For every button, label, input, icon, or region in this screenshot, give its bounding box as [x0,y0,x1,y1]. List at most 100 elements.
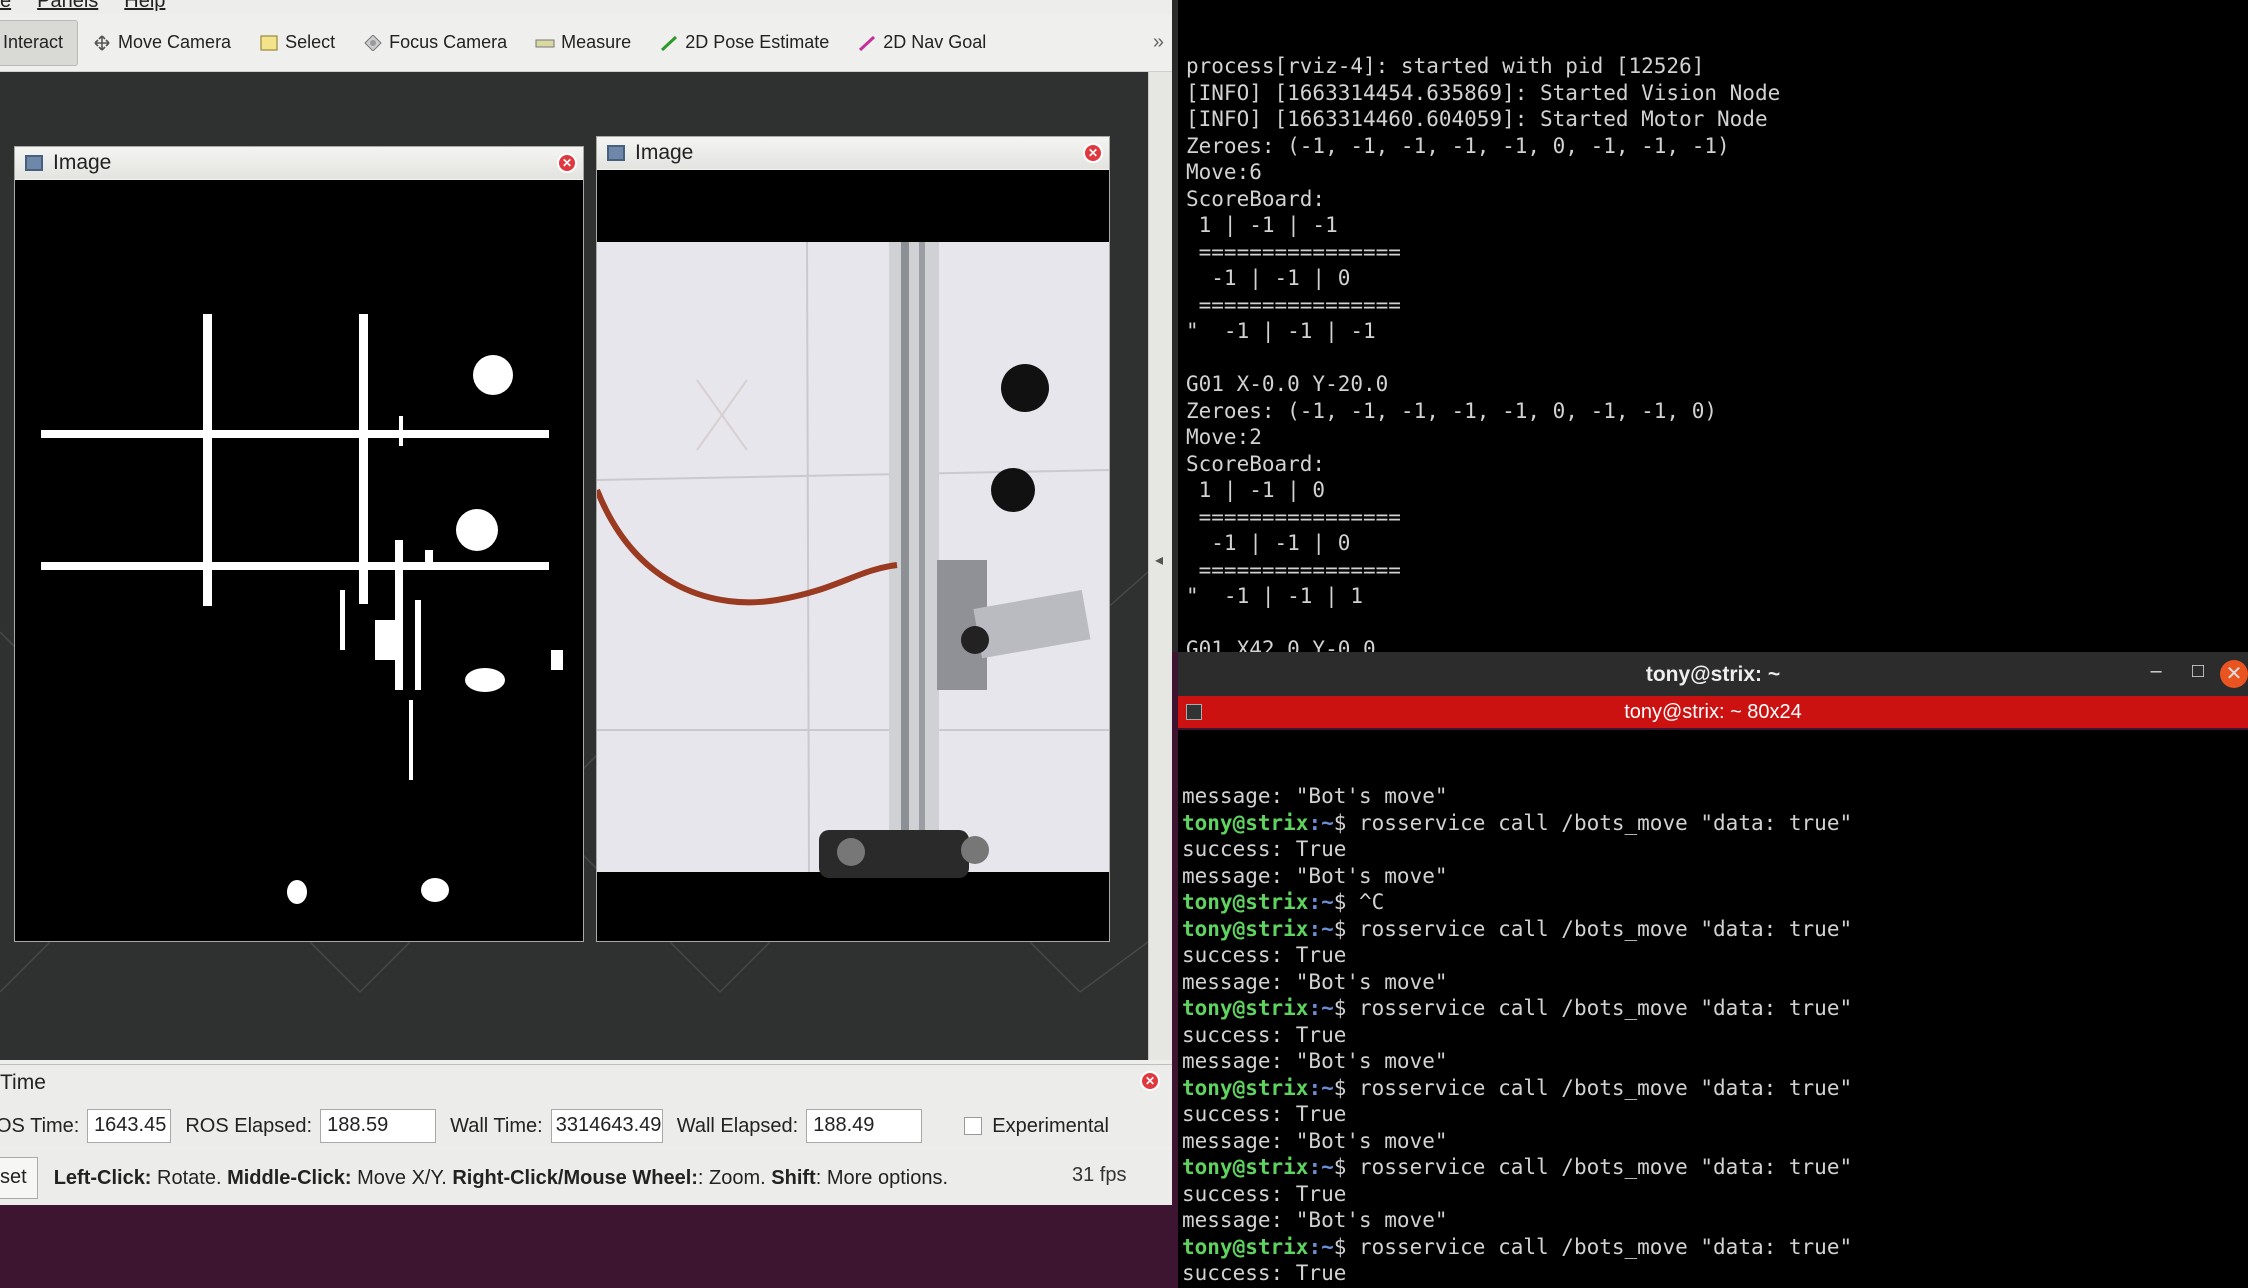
interact-tool-button[interactable]: Interact [0,19,79,66]
panel-splitter[interactable]: ◂ [1148,72,1172,1060]
ros-elapsed-field[interactable]: 188.59 [320,1109,437,1143]
toolbar-overflow-button[interactable]: » [1153,31,1164,54]
prompt-user: tony@strix [1182,996,1309,1020]
image-panel-title: Image [635,141,694,164]
command-text: $ ^C [1333,890,1385,914]
interact-label: Interact [3,32,64,52]
prompt-path: :~ [1308,916,1334,941]
command-text: $ rosservice call /bots_move "data: true… [1333,1234,1853,1259]
command-text: $ rosservice call /bots_move "data: true… [1333,1155,1853,1179]
select-tool-button[interactable]: Select [245,20,349,66]
maximize-icon[interactable]: □ [2184,660,2212,688]
terminal-line: ScoreBoard: [1186,186,1326,211]
terminal2-lines: message: "Bot's move" tony@strix:~$ rosse… [1182,783,2248,1288]
terminal-line: " -1 | -1 | -1 [1186,319,1376,343]
nav-goal-tool-button[interactable]: 2D Nav Goal [843,20,1000,66]
wall-elapsed-field[interactable]: 188.49 [806,1109,923,1143]
prompt-user: tony@strix [1182,1075,1309,1100]
pose-estimate-tool-button[interactable]: 2D Pose Estimate [645,20,843,66]
experimental-checkbox[interactable] [964,1117,983,1135]
terminal-output-line: success: True [1182,1102,1347,1126]
ros-time-field[interactable]: 1643.45 [87,1109,172,1143]
terminal-line: [INFO] [1663314454.635869]: Started Visi… [1186,80,1781,105]
image-panel-title: Image [53,151,112,174]
close-icon[interactable]: ✕ [557,153,577,173]
prompt-user: tony@strix [1182,810,1309,835]
close-icon[interactable]: ✕ [1140,1071,1160,1091]
pink-arrow-icon [859,35,876,51]
menu-panels[interactable]: Panels [37,0,98,12]
menu-help[interactable]: Help [124,0,165,12]
status-bar: set Left-Click: Rotate. Middle-Click: Mo… [0,1150,1172,1205]
collapse-arrow-icon: ◂ [1155,552,1164,569]
threshold-image-drawing [41,314,563,904]
terminal-line: ScoreBoard: [1186,451,1326,476]
command-text: $ rosservice call /bots_move "data: true… [1333,1075,1853,1100]
terminal-output-line: success: True [1182,837,1347,861]
terminal-line: 1 | -1 | 0 [1186,478,1326,502]
terminal-output-line: message: "Bot's move" [1182,784,1448,808]
terminal-line: G01 X42.0 Y-0.0 [1186,637,1376,652]
terminal-line: Move:2 [1186,425,1262,449]
move-camera-label: Move Camera [118,32,232,52]
prompt-path: :~ [1308,1075,1334,1100]
focus-camera-tool-button[interactable]: Focus Camera [349,20,521,66]
ros-elapsed-label: ROS Elapsed: [185,1114,313,1137]
terminal-output-line: message: "Bot's move" [1182,1208,1448,1232]
camera-image [597,170,1109,941]
prompt-path: :~ [1308,890,1334,914]
window-icon [25,155,43,171]
terminal-roslaunch-output[interactable]: process[rviz-4]: started with pid [12526… [1172,0,2248,652]
terminal-command-line: tony@strix:~$ rosservice call /bots_move… [1182,1234,2248,1261]
move-camera-tool-button[interactable]: Move Camera [78,20,245,66]
terminal-line: ================ [1186,504,1401,529]
time-fields-row: OS Time: 1643.45 ROS Elapsed: 188.59 Wal… [0,1109,1109,1143]
focus-camera-icon [364,34,382,51]
3d-render-view[interactable]: Image ✕ Image ✕ [0,72,1148,1060]
camera-image-drawing [597,241,1109,878]
nav-goal-label: 2D Nav Goal [883,32,987,52]
time-panel: Time ✕ OS Time: 1643.45 ROS Elapsed: 188… [0,1064,1172,1146]
prompt-path: :~ [1308,810,1334,835]
terminal-output-line: success: True [1182,943,1347,967]
command-text: $ rosservice call /bots_move "data: true… [1333,996,1853,1020]
menu-file[interactable]: e [0,0,11,12]
command-text: $ rosservice call /bots_move "data: true… [1333,916,1853,941]
image-panel-camera[interactable]: Image ✕ [596,136,1110,942]
window-icon [607,145,625,161]
terminal-output-line: success: True [1182,1261,1347,1285]
terminal-command-line: tony@strix:~$ rosservice call /bots_move… [1182,1075,2248,1102]
threshold-image [15,180,583,941]
image-panel-titlebar[interactable]: Image [597,137,1109,169]
menu-bar: e Panels Help [0,0,1172,12]
measure-tool-button[interactable]: Measure [521,20,645,66]
fps-counter: 31 fps [1072,1164,1127,1186]
close-icon[interactable]: ✕ [1083,143,1103,163]
prompt-user: tony@strix [1182,916,1309,941]
terminal-line: process[rviz-4]: started with pid [12526… [1186,54,1705,78]
terminal-line: -1 | -1 | 0 [1186,266,1351,290]
focus-camera-label: Focus Camera [389,32,508,52]
terminal2-titlebar[interactable]: tony@strix: ~ – □ ✕ [1178,652,2248,696]
ros-time-label: OS Time: [0,1114,80,1137]
terminal-tab-icon [1186,704,1202,720]
terminal-output-line: message: "Bot's move" [1182,969,1448,994]
prompt-user: tony@strix [1182,890,1309,914]
wall-elapsed-label: Wall Elapsed: [676,1114,799,1137]
terminal-output-line: success: True [1182,1022,1347,1047]
terminal2-tab-title: tony@strix: ~ 80x24 [1624,701,1802,723]
terminal2-tab[interactable]: tony@strix: ~ 80x24 [1178,696,2248,728]
image-panel-titlebar[interactable]: Image [15,147,583,179]
terminal-rosservice[interactable]: message: "Bot's move" tony@strix:~$ rosse… [1178,730,2248,1288]
toolbar: Interact Move Camera Select Focus Camera… [0,14,1172,72]
terminal-command-line: tony@strix:~$ ^C [1182,889,2248,916]
prompt-user: tony@strix [1182,1155,1309,1179]
minimize-icon[interactable]: – [2142,660,2170,688]
close-icon[interactable]: ✕ [2220,660,2248,688]
measure-label: Measure [561,32,632,52]
wall-time-field[interactable]: 3314643.49 [550,1109,663,1143]
ruler-icon [535,39,555,47]
image-panel-threshold[interactable]: Image ✕ [14,146,584,942]
reset-button[interactable]: set [0,1157,38,1199]
